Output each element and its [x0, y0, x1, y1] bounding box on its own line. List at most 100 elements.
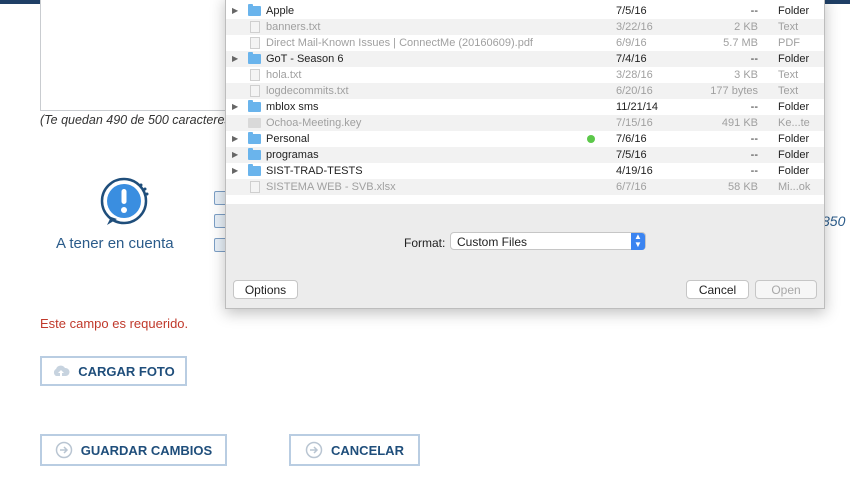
format-value: Custom Files [457, 235, 528, 249]
file-name: SIST-TRAD-TESTS [266, 165, 363, 177]
file-size: -- [750, 149, 758, 161]
file-size: 177 bytes [710, 85, 758, 97]
file-row[interactable]: SISTEMA WEB - SVB.xlsx 6/7/16 58 KB Mi...ok [226, 179, 824, 195]
file-name: Personal [266, 133, 310, 145]
save-changes-label: GUARDAR CAMBIOS [80, 442, 213, 458]
file-date: 7/5/16 [616, 149, 647, 161]
cancel-label: CANCELAR [331, 442, 404, 458]
file-size: -- [750, 133, 758, 145]
file-date: 11/21/14 [616, 101, 659, 113]
file-kind: Text [778, 21, 799, 33]
file-date: 6/9/16 [616, 37, 647, 49]
file-row[interactable]: ▶ mblox sms 11/21/14 -- Folder [226, 99, 824, 115]
file-row[interactable]: Ochoa-Meeting.key 7/15/16 491 KB Ke...te [226, 115, 824, 131]
format-select[interactable]: Custom Files ▲ ▼ [450, 232, 646, 250]
file-name: hola.txt [266, 69, 302, 81]
file-date: 3/22/16 [616, 21, 653, 33]
folder-icon [248, 4, 261, 16]
file-size: -- [750, 101, 758, 113]
file-name: SISTEMA WEB - SVB.xlsx [266, 181, 396, 193]
folder-icon [248, 164, 261, 176]
file-icon [250, 21, 260, 33]
folder-icon [248, 132, 261, 144]
arrow-circle-icon [305, 441, 323, 459]
info-title: A tener en cuenta [56, 235, 174, 252]
file-kind: Folder [778, 165, 810, 177]
file-size: 3 KB [734, 69, 758, 81]
disclosure-triangle-icon[interactable]: ▶ [232, 131, 238, 147]
file-date: 7/6/16 [616, 133, 647, 145]
dialog-cancel-button[interactable]: Cancel [686, 280, 749, 299]
disclosure-triangle-icon[interactable]: ▶ [232, 3, 238, 19]
file-date: 6/20/16 [616, 85, 653, 97]
file-date: 7/15/16 [616, 117, 653, 129]
file-date: 4/19/16 [616, 165, 653, 177]
file-row[interactable]: banners.txt 3/22/16 2 KB Text [226, 19, 824, 35]
file-row[interactable]: logdecommits.txt 6/20/16 177 bytes Text [226, 83, 824, 99]
file-name: GoT - Season 6 [266, 53, 344, 65]
file-date: 3/28/16 [616, 69, 653, 81]
file-name: logdecommits.txt [266, 85, 349, 97]
file-icon [248, 118, 261, 128]
file-row[interactable]: ▶ programas 7/5/16 -- Folder [226, 147, 824, 163]
file-date: 7/5/16 [616, 5, 647, 17]
comment-textarea[interactable] [40, 0, 242, 111]
disclosure-triangle-icon[interactable]: ▶ [232, 99, 238, 115]
tag-dot-icon [587, 135, 595, 143]
cloud-upload-icon [54, 365, 70, 376]
file-name: Direct Mail-Known Issues | ConnectMe (20… [266, 37, 533, 49]
file-row[interactable]: ▶ GoT - Season 6 7/4/16 -- Folder [226, 51, 824, 67]
file-date: 6/7/16 [616, 181, 647, 193]
file-open-dialog: ▶ Apple 7/5/16 -- Folder banners.txt 3/22/16 2 … [225, 0, 825, 309]
file-size: -- [750, 5, 758, 17]
file-size: 5.7 MB [723, 37, 758, 49]
options-button[interactable]: Options [233, 280, 298, 299]
file-kind: Text [778, 85, 799, 97]
info-bubble-icon [99, 175, 153, 229]
file-kind: Folder [778, 101, 810, 113]
open-button[interactable]: Open [755, 280, 817, 299]
select-arrows-icon: ▲ ▼ [631, 233, 645, 250]
file-kind: Mi...ok [778, 181, 811, 193]
arrow-circle-icon [55, 441, 73, 459]
character-counter: (Te quedan 490 de 500 caracteres [40, 113, 231, 127]
error-message: Este campo es requerido. [40, 316, 189, 331]
file-icon [250, 69, 260, 81]
file-icon [250, 37, 260, 49]
file-kind: Folder [778, 5, 810, 17]
disclosure-triangle-icon[interactable]: ▶ [232, 51, 238, 67]
folder-icon [248, 52, 261, 64]
info-block: A tener en cuenta [56, 175, 196, 252]
partial-number: 850 [822, 213, 846, 229]
file-name: banners.txt [266, 21, 321, 33]
file-name: Apple [266, 5, 295, 17]
folder-icon [248, 148, 261, 160]
file-kind: Text [778, 69, 799, 81]
file-name: Ochoa-Meeting.key [266, 117, 362, 129]
file-row[interactable]: ▶ SIST-TRAD-TESTS 4/19/16 -- Folder [226, 163, 824, 179]
file-size: 491 KB [721, 117, 758, 129]
file-size: 58 KB [728, 181, 758, 193]
file-name: mblox sms [266, 101, 319, 113]
upload-photo-label: CARGAR FOTO [78, 363, 175, 379]
cancel-button[interactable]: CANCELAR [289, 434, 420, 466]
save-changes-button[interactable]: GUARDAR CAMBIOS [40, 434, 227, 466]
file-row[interactable]: ▶ Personal 7/6/16 -- Folder [226, 131, 824, 147]
file-kind: Folder [778, 53, 810, 65]
file-kind: Folder [778, 149, 810, 161]
file-row[interactable]: Direct Mail-Known Issues | ConnectMe (20… [226, 35, 824, 51]
disclosure-triangle-icon[interactable]: ▶ [232, 163, 238, 179]
file-kind: PDF [778, 37, 800, 49]
file-kind: Ke...te [778, 117, 810, 129]
file-name: programas [266, 149, 319, 161]
file-row[interactable]: ▶ Apple 7/5/16 -- Folder [226, 3, 824, 19]
file-size: 2 KB [734, 21, 758, 33]
file-date: 7/4/16 [616, 53, 647, 65]
disclosure-triangle-icon[interactable]: ▶ [232, 147, 238, 163]
file-kind: Folder [778, 133, 810, 145]
file-size: -- [750, 165, 758, 177]
file-size: -- [750, 53, 758, 65]
file-list[interactable]: ▶ Apple 7/5/16 -- Folder banners.txt 3/22/16 2 … [226, 0, 824, 204]
file-row[interactable]: hola.txt 3/28/16 3 KB Text [226, 67, 824, 83]
upload-photo-button[interactable]: CARGAR FOTO [40, 356, 187, 386]
